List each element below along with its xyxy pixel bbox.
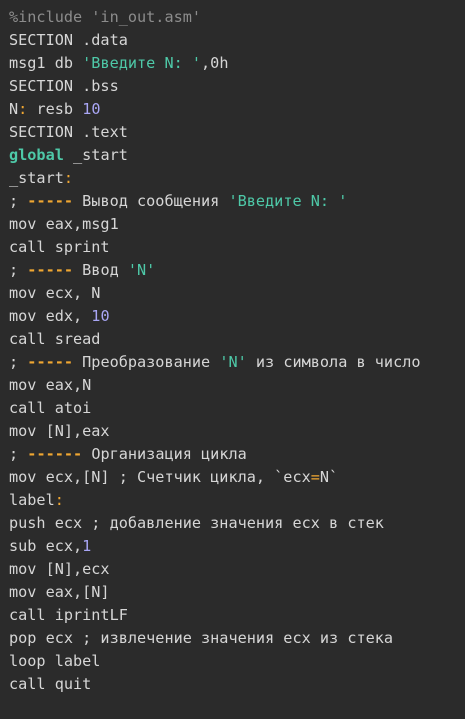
- code-token-plain: mov [N],eax: [9, 422, 110, 440]
- code-line[interactable]: loop label: [9, 650, 465, 673]
- code-token-plain: _start: [9, 169, 64, 187]
- code-token-punct: :: [18, 100, 28, 118]
- code-line[interactable]: mov eax,msg1: [9, 213, 465, 236]
- code-token-plain: loop label: [9, 652, 101, 670]
- code-editor[interactable]: %include 'in_out.asm' SECTION .data msg1 d…: [0, 0, 465, 719]
- code-line[interactable]: call sprint: [9, 236, 465, 259]
- code-token-comment: Вывод сообщения: [73, 192, 229, 210]
- code-token-plain: mov eax,msg1: [9, 215, 119, 233]
- code-line[interactable]: mov [N],eax: [9, 420, 465, 443]
- code-token-plain: call atoi: [9, 399, 92, 417]
- code-token-preproc: %include 'in_out.asm': [9, 8, 202, 26]
- code-token-plain: call quit: [9, 675, 92, 693]
- code-token-comment: ;: [9, 192, 28, 210]
- code-line[interactable]: call atoi: [9, 397, 465, 420]
- code-line[interactable]: global _start: [9, 144, 465, 167]
- code-line[interactable]: _start:: [9, 167, 465, 190]
- code-token-comment: ;: [9, 445, 28, 463]
- code-line[interactable]: mov ecx,[N] ; Счетчик цикла, `ecx=N`: [9, 466, 465, 489]
- code-token-punct: =: [310, 468, 320, 486]
- code-token-number: 1: [82, 537, 92, 555]
- code-line[interactable]: mov [N],ecx: [9, 558, 465, 581]
- code-token-plain: resb: [27, 100, 83, 118]
- code-line[interactable]: SECTION .bss: [9, 75, 465, 98]
- code-token-comment: Преобразование: [73, 353, 220, 371]
- code-line[interactable]: ; ----- Преобразование 'N' из символа в …: [9, 351, 465, 374]
- code-token-dash: -----: [27, 261, 74, 279]
- code-token-plain: mov eax,N: [9, 376, 92, 394]
- code-token-plain: SECTION .bss: [9, 77, 119, 95]
- code-token-comment: из символа в число: [246, 353, 421, 371]
- code-line[interactable]: call iprintLF: [9, 604, 465, 627]
- code-token-plain: pop ecx ; извлечение значения ecx из сте…: [9, 629, 394, 647]
- code-line[interactable]: call sread: [9, 328, 465, 351]
- code-token-string: 'Введите N: ': [228, 192, 348, 210]
- code-line[interactable]: mov ecx, N: [9, 282, 465, 305]
- code-token-plain: mov [N],ecx: [9, 560, 110, 578]
- code-line[interactable]: SECTION .text: [9, 121, 465, 144]
- code-token-plain: msg1 db: [9, 54, 83, 72]
- code-line[interactable]: N: resb 10: [9, 98, 465, 121]
- code-token-dash: -----: [27, 192, 74, 210]
- code-line[interactable]: mov eax,[N]: [9, 581, 465, 604]
- code-line[interactable]: ; ------ Организация цикла: [9, 443, 465, 466]
- code-token-plain: mov ecx, N: [9, 284, 101, 302]
- code-line[interactable]: %include 'in_out.asm': [9, 6, 465, 29]
- code-token-dash: ------: [27, 445, 83, 463]
- code-line[interactable]: call quit: [9, 673, 465, 696]
- code-line[interactable]: push ecx ; добавление значения ecx в сте…: [9, 512, 465, 535]
- code-token-keyword: global: [9, 146, 64, 164]
- code-token-number: 10: [82, 100, 101, 118]
- code-token-plain: call sprint: [9, 238, 110, 256]
- code-token-plain: call iprintLF: [9, 606, 128, 624]
- code-line[interactable]: label:: [9, 489, 465, 512]
- code-token-comment: Организация цикла: [82, 445, 247, 463]
- code-token-plain: sub ecx,: [9, 537, 83, 555]
- code-line[interactable]: sub ecx,1: [9, 535, 465, 558]
- code-token-comment: ;: [9, 261, 28, 279]
- code-token-comment: Ввод: [73, 261, 128, 279]
- code-line[interactable]: pop ecx ; извлечение значения ecx из сте…: [9, 627, 465, 650]
- code-token-string: 'Введите N: ': [82, 54, 202, 72]
- code-token-punct: :: [54, 491, 64, 509]
- code-token-plain: call sread: [9, 330, 101, 348]
- code-token-plain: _start: [63, 146, 128, 164]
- code-line[interactable]: ; ----- Ввод 'N': [9, 259, 465, 282]
- code-token-plain: mov edx,: [9, 307, 92, 325]
- code-line[interactable]: mov eax,N: [9, 374, 465, 397]
- code-token-plain: mov ecx,[N] ; Счетчик цикла, `ecx: [9, 468, 311, 486]
- code-token-plain: push ecx ; добавление значения ecx в сте…: [9, 514, 384, 532]
- code-token-plain: N: [9, 100, 19, 118]
- code-line[interactable]: msg1 db 'Введите N: ',0h: [9, 52, 465, 75]
- code-token-plain: label: [9, 491, 55, 509]
- code-line[interactable]: mov edx, 10: [9, 305, 465, 328]
- code-token-plain: SECTION .data: [9, 31, 128, 49]
- code-token-plain: mov eax,[N]: [9, 583, 110, 601]
- code-token-plain: N`: [319, 468, 339, 486]
- code-token-string: 'N': [127, 261, 156, 279]
- code-token-dash: -----: [27, 353, 74, 371]
- code-token-punct: :: [63, 169, 74, 187]
- code-token-plain: ,0h: [201, 54, 229, 72]
- code-line[interactable]: ; ----- Вывод сообщения 'Введите N: ': [9, 190, 465, 213]
- code-token-comment: ;: [9, 353, 28, 371]
- code-token-string: 'N': [219, 353, 247, 371]
- code-token-plain: SECTION .text: [9, 123, 128, 141]
- code-token-number: 10: [91, 307, 110, 325]
- code-line[interactable]: SECTION .data: [9, 29, 465, 52]
